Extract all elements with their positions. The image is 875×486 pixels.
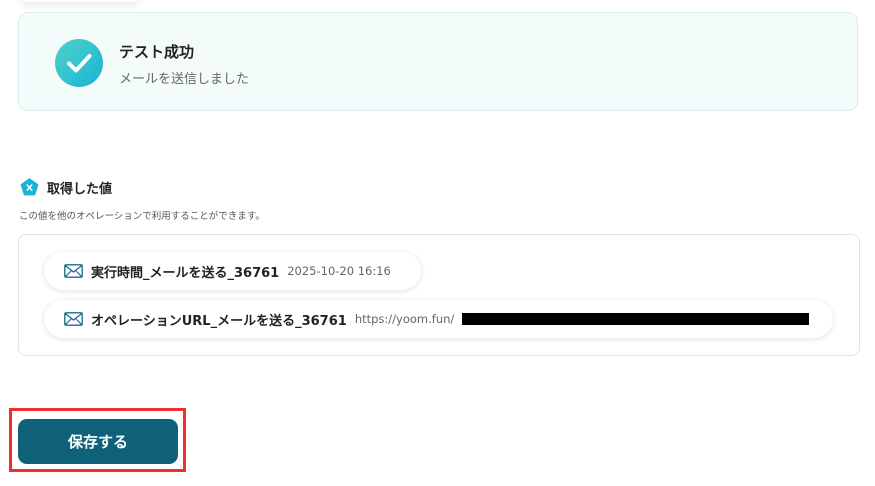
save-button[interactable]: 保存する xyxy=(18,419,178,464)
mail-icon xyxy=(64,312,83,326)
variable-x-icon xyxy=(20,178,39,196)
success-title: テスト成功 xyxy=(119,43,195,61)
page: テスト成功 メールを送信しました 取得した値 この値を他のオペレーションで利用す… xyxy=(0,0,875,486)
retrieved-values-description: この値を他のオペレーションで利用することができます。 xyxy=(19,211,265,222)
value-chip-execution-time[interactable]: 実行時間_メールを送る_36761 2025-10-20 16:16 xyxy=(44,252,421,290)
retrieved-values-title: 取得した値 xyxy=(47,182,113,197)
mail-icon xyxy=(64,264,83,278)
scrolled-element-edge xyxy=(20,0,138,2)
check-circle-icon xyxy=(55,39,103,87)
test-success-card: テスト成功 メールを送信しました xyxy=(18,12,858,111)
value-chip-label: オペレーションURL_メールを送る_36761 xyxy=(91,313,347,329)
retrieved-values-heading: 取得した値 xyxy=(20,178,112,197)
redaction-bar xyxy=(462,313,809,325)
success-message: メールを送信しました xyxy=(119,72,250,87)
value-chip-label: 実行時間_メールを送る_36761 xyxy=(91,265,280,281)
value-chip-value: 2025-10-20 16:16 xyxy=(287,264,391,278)
value-chip-value: https://yoom.fun/ xyxy=(354,312,455,326)
